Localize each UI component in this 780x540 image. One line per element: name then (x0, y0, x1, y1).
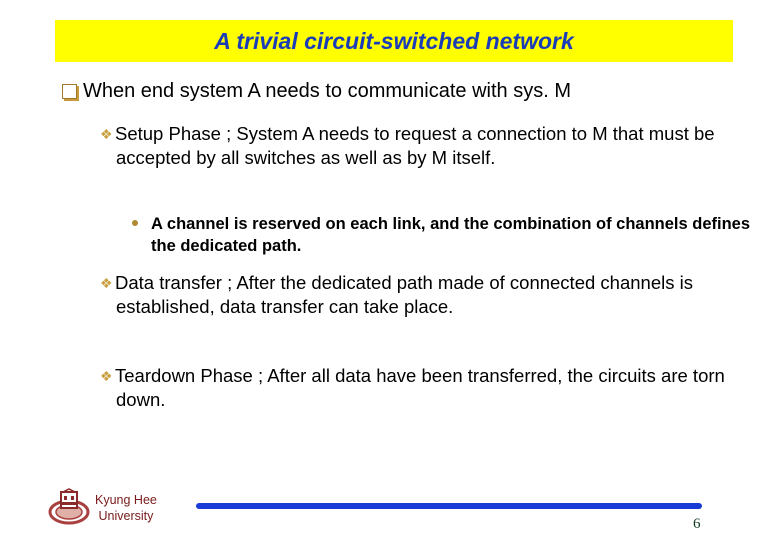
bullet-data-transfer: ❖ Data transfer ; After the dedicated pat… (100, 271, 756, 319)
diamond-bullet-icon: ❖ (100, 126, 113, 142)
university-emblem-icon (48, 488, 90, 525)
university-name: Kyung Hee University (95, 492, 157, 524)
footer-rule (196, 503, 702, 509)
bullet-channel-reserved: A channel is reserved on each link, and … (132, 213, 751, 257)
bullet-text: Teardown Phase ; After all data have bee… (115, 365, 725, 410)
bullet-text: A channel is reserved on each link, and … (151, 215, 751, 255)
page-number: 6 (693, 516, 701, 532)
bullet-text: Setup Phase ; System A needs to request … (115, 123, 715, 168)
diamond-bullet-icon: ❖ (100, 368, 113, 384)
title-bar: A trivial circuit-switched network (55, 20, 733, 62)
square-bullet-icon (62, 84, 77, 99)
bullet-level1: When end system A needs to communicate w… (60, 80, 760, 103)
bullet-teardown-phase: ❖ Teardown Phase ; After all data have be… (100, 364, 756, 412)
dot-bullet-icon (132, 220, 138, 226)
university-line1: Kyung Hee (95, 493, 157, 507)
bullet-text: Data transfer ; After the dedicated path… (115, 272, 693, 317)
bullet-setup-phase: ❖ Setup Phase ; System A needs to request… (100, 122, 756, 170)
university-line2: University (98, 509, 154, 523)
slide-title: A trivial circuit-switched network (214, 27, 574, 54)
bullet-text: When end system A needs to communicate w… (83, 80, 571, 102)
diamond-bullet-icon: ❖ (100, 275, 113, 291)
